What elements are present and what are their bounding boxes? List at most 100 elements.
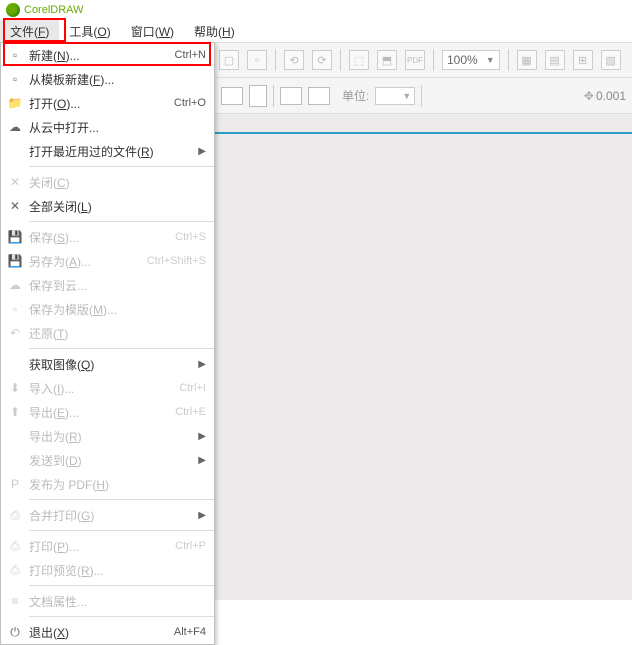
submenu-arrow-icon: ▶ <box>198 359 206 370</box>
tb-sep <box>273 85 274 107</box>
menuitem-label: 从模板新建(F)... <box>29 71 206 88</box>
exit-icon: ⏻ <box>1 625 29 640</box>
app-logo <box>6 3 20 17</box>
menu-w[interactable]: 窗口(W) <box>121 20 184 43</box>
menuitem-label: 获取图像(Q) <box>29 356 194 373</box>
units-label: 单位: <box>342 87 369 104</box>
menu-h[interactable]: 帮助(H) <box>184 20 245 43</box>
menuitem-label: 全部关闭(L) <box>29 198 206 215</box>
savecloud-icon: ☁ <box>1 278 29 292</box>
new-menuitem[interactable]: ▫新建(N)...Ctrl+N <box>1 43 214 67</box>
submenu-arrow-icon: ▶ <box>198 431 206 442</box>
saveas-menuitem: 💾另存为(A)...Ctrl+Shift+S <box>1 249 214 273</box>
pdf-icon: P <box>1 477 29 491</box>
submenu-arrow-icon: ▶ <box>198 146 206 157</box>
tb-sep <box>340 49 341 71</box>
tb-btn-6[interactable]: ⬒ <box>377 50 397 70</box>
submenu-arrow-icon: ▶ <box>198 455 206 466</box>
tb-btn-pdf[interactable]: PDF <box>405 50 425 70</box>
menuitem-label: 还原(T) <box>29 325 206 342</box>
zoom-value: 100% <box>447 53 478 67</box>
menuitem-label: 导出(E)... <box>29 404 175 421</box>
open-icon: 📁 <box>1 96 29 110</box>
menu-separator <box>29 616 214 617</box>
page-btn-2[interactable] <box>308 87 330 105</box>
canvas-area[interactable] <box>215 114 632 600</box>
close-all-menuitem[interactable]: ✕全部关闭(L) <box>1 194 214 218</box>
import-icon: ⬇ <box>1 381 29 395</box>
menuitem-label: 退出(X) <box>29 624 174 641</box>
open-menuitem[interactable]: 📁打开(O)...Ctrl+O <box>1 91 214 115</box>
menuitem-label: 另存为(A)... <box>29 253 147 270</box>
shortcut-label: Ctrl+P <box>175 540 206 552</box>
nudge-value: 0.001 <box>596 89 626 103</box>
menuitem-label: 导入(I)... <box>29 380 179 397</box>
chevron-down-icon: ▼ <box>486 55 495 65</box>
preview-icon: ⎙ <box>1 563 29 578</box>
shortcut-label: Ctrl+I <box>179 382 206 394</box>
zoom-combo[interactable]: 100% ▼ <box>442 50 500 70</box>
close-menuitem: ✕关闭(C) <box>1 170 214 194</box>
menu-o[interactable]: 工具(O) <box>59 20 120 43</box>
import-menuitem: ⬇导入(I)...Ctrl+I <box>1 376 214 400</box>
menuitem-label: 关闭(C) <box>29 174 206 191</box>
menuitem-label: 打印预览(R)... <box>29 562 206 579</box>
menu-f[interactable]: 文件(F) <box>0 20 59 43</box>
save-menuitem: 💾保存(S)...Ctrl+S <box>1 225 214 249</box>
tb-btn-5[interactable]: ⬚ <box>349 50 369 70</box>
orient-landscape[interactable] <box>249 85 267 107</box>
revert-icon: ↶ <box>1 326 29 340</box>
page-btn-1[interactable] <box>280 87 302 105</box>
template-menuitem[interactable]: ▫从模板新建(F)... <box>1 67 214 91</box>
toolbar-properties: 单位: ▼ ✥ 0.001 <box>215 78 632 114</box>
new-icon: ▫ <box>1 48 29 62</box>
docprops-menuitem: ≡文档属性... <box>1 589 214 613</box>
tb-sep <box>421 85 422 107</box>
menuitem-label: 打开最近用过的文件(R) <box>29 143 194 160</box>
tb-btn-4[interactable]: ⟳ <box>312 50 332 70</box>
orient-portrait[interactable] <box>221 87 243 105</box>
shortcut-label: Alt+F4 <box>174 626 206 638</box>
tb-btn-2[interactable]: ▫ <box>247 50 267 70</box>
export-icon: ⬆ <box>1 405 29 419</box>
tb-btn-3[interactable]: ⟲ <box>284 50 304 70</box>
print-menuitem: ⎙打印(P)...Ctrl+P <box>1 534 214 558</box>
cloud-open-menuitem[interactable]: ☁从云中打开... <box>1 115 214 139</box>
menuitem-label: 打开(O)... <box>29 95 174 112</box>
menu-separator <box>29 530 214 531</box>
tb-btn-8[interactable]: ▤ <box>545 50 565 70</box>
app-title: CorelDRAW <box>24 4 84 16</box>
merge-menuitem: ⎙合并打印(G)▶ <box>1 503 214 527</box>
file-menu-dropdown: ▫新建(N)...Ctrl+N▫从模板新建(F)...📁打开(O)...Ctrl… <box>0 42 215 645</box>
saveas-icon: 💾 <box>1 254 29 268</box>
revert-menuitem: ↶还原(T) <box>1 321 214 345</box>
menuitem-label: 文档属性... <box>29 593 206 610</box>
cloud-open-icon: ☁ <box>1 120 29 134</box>
docprops-icon: ≡ <box>1 594 29 608</box>
menuitem-label: 从云中打开... <box>29 119 206 136</box>
units-dropdown[interactable]: ▼ <box>375 87 415 105</box>
shortcut-label: Ctrl+N <box>175 49 206 61</box>
save-icon: 💾 <box>1 230 29 244</box>
acquire-menuitem[interactable]: 获取图像(Q) ▶ <box>1 352 214 376</box>
submenu-arrow-icon: ▶ <box>198 510 206 521</box>
savetpl-menuitem: ▫保存为模版(M)... <box>1 297 214 321</box>
menuitem-label: 保存为模版(M)... <box>29 301 206 318</box>
menu-separator <box>29 221 214 222</box>
preview-menuitem: ⎙打印预览(R)... <box>1 558 214 582</box>
exit-menuitem[interactable]: ⏻退出(X)Alt+F4 <box>1 620 214 644</box>
tb-btn-7[interactable]: ▦ <box>517 50 537 70</box>
nudge-control[interactable]: ✥ 0.001 <box>584 89 626 103</box>
tb-btn-1[interactable]: ▢ <box>219 50 239 70</box>
close-all-icon: ✕ <box>1 199 29 213</box>
print-icon: ⎙ <box>1 539 29 554</box>
tb-btn-9[interactable]: ⊞ <box>573 50 593 70</box>
menuitem-label: 保存(S)... <box>29 229 175 246</box>
close-icon: ✕ <box>1 175 29 189</box>
merge-icon: ⎙ <box>1 508 29 523</box>
tb-sep <box>275 49 276 71</box>
recent-menuitem[interactable]: 打开最近用过的文件(R) ▶ <box>1 139 214 163</box>
menuitem-label: 发送到(D) <box>29 452 194 469</box>
tb-btn-10[interactable]: ▧ <box>601 50 621 70</box>
nudge-icon: ✥ <box>584 89 594 103</box>
